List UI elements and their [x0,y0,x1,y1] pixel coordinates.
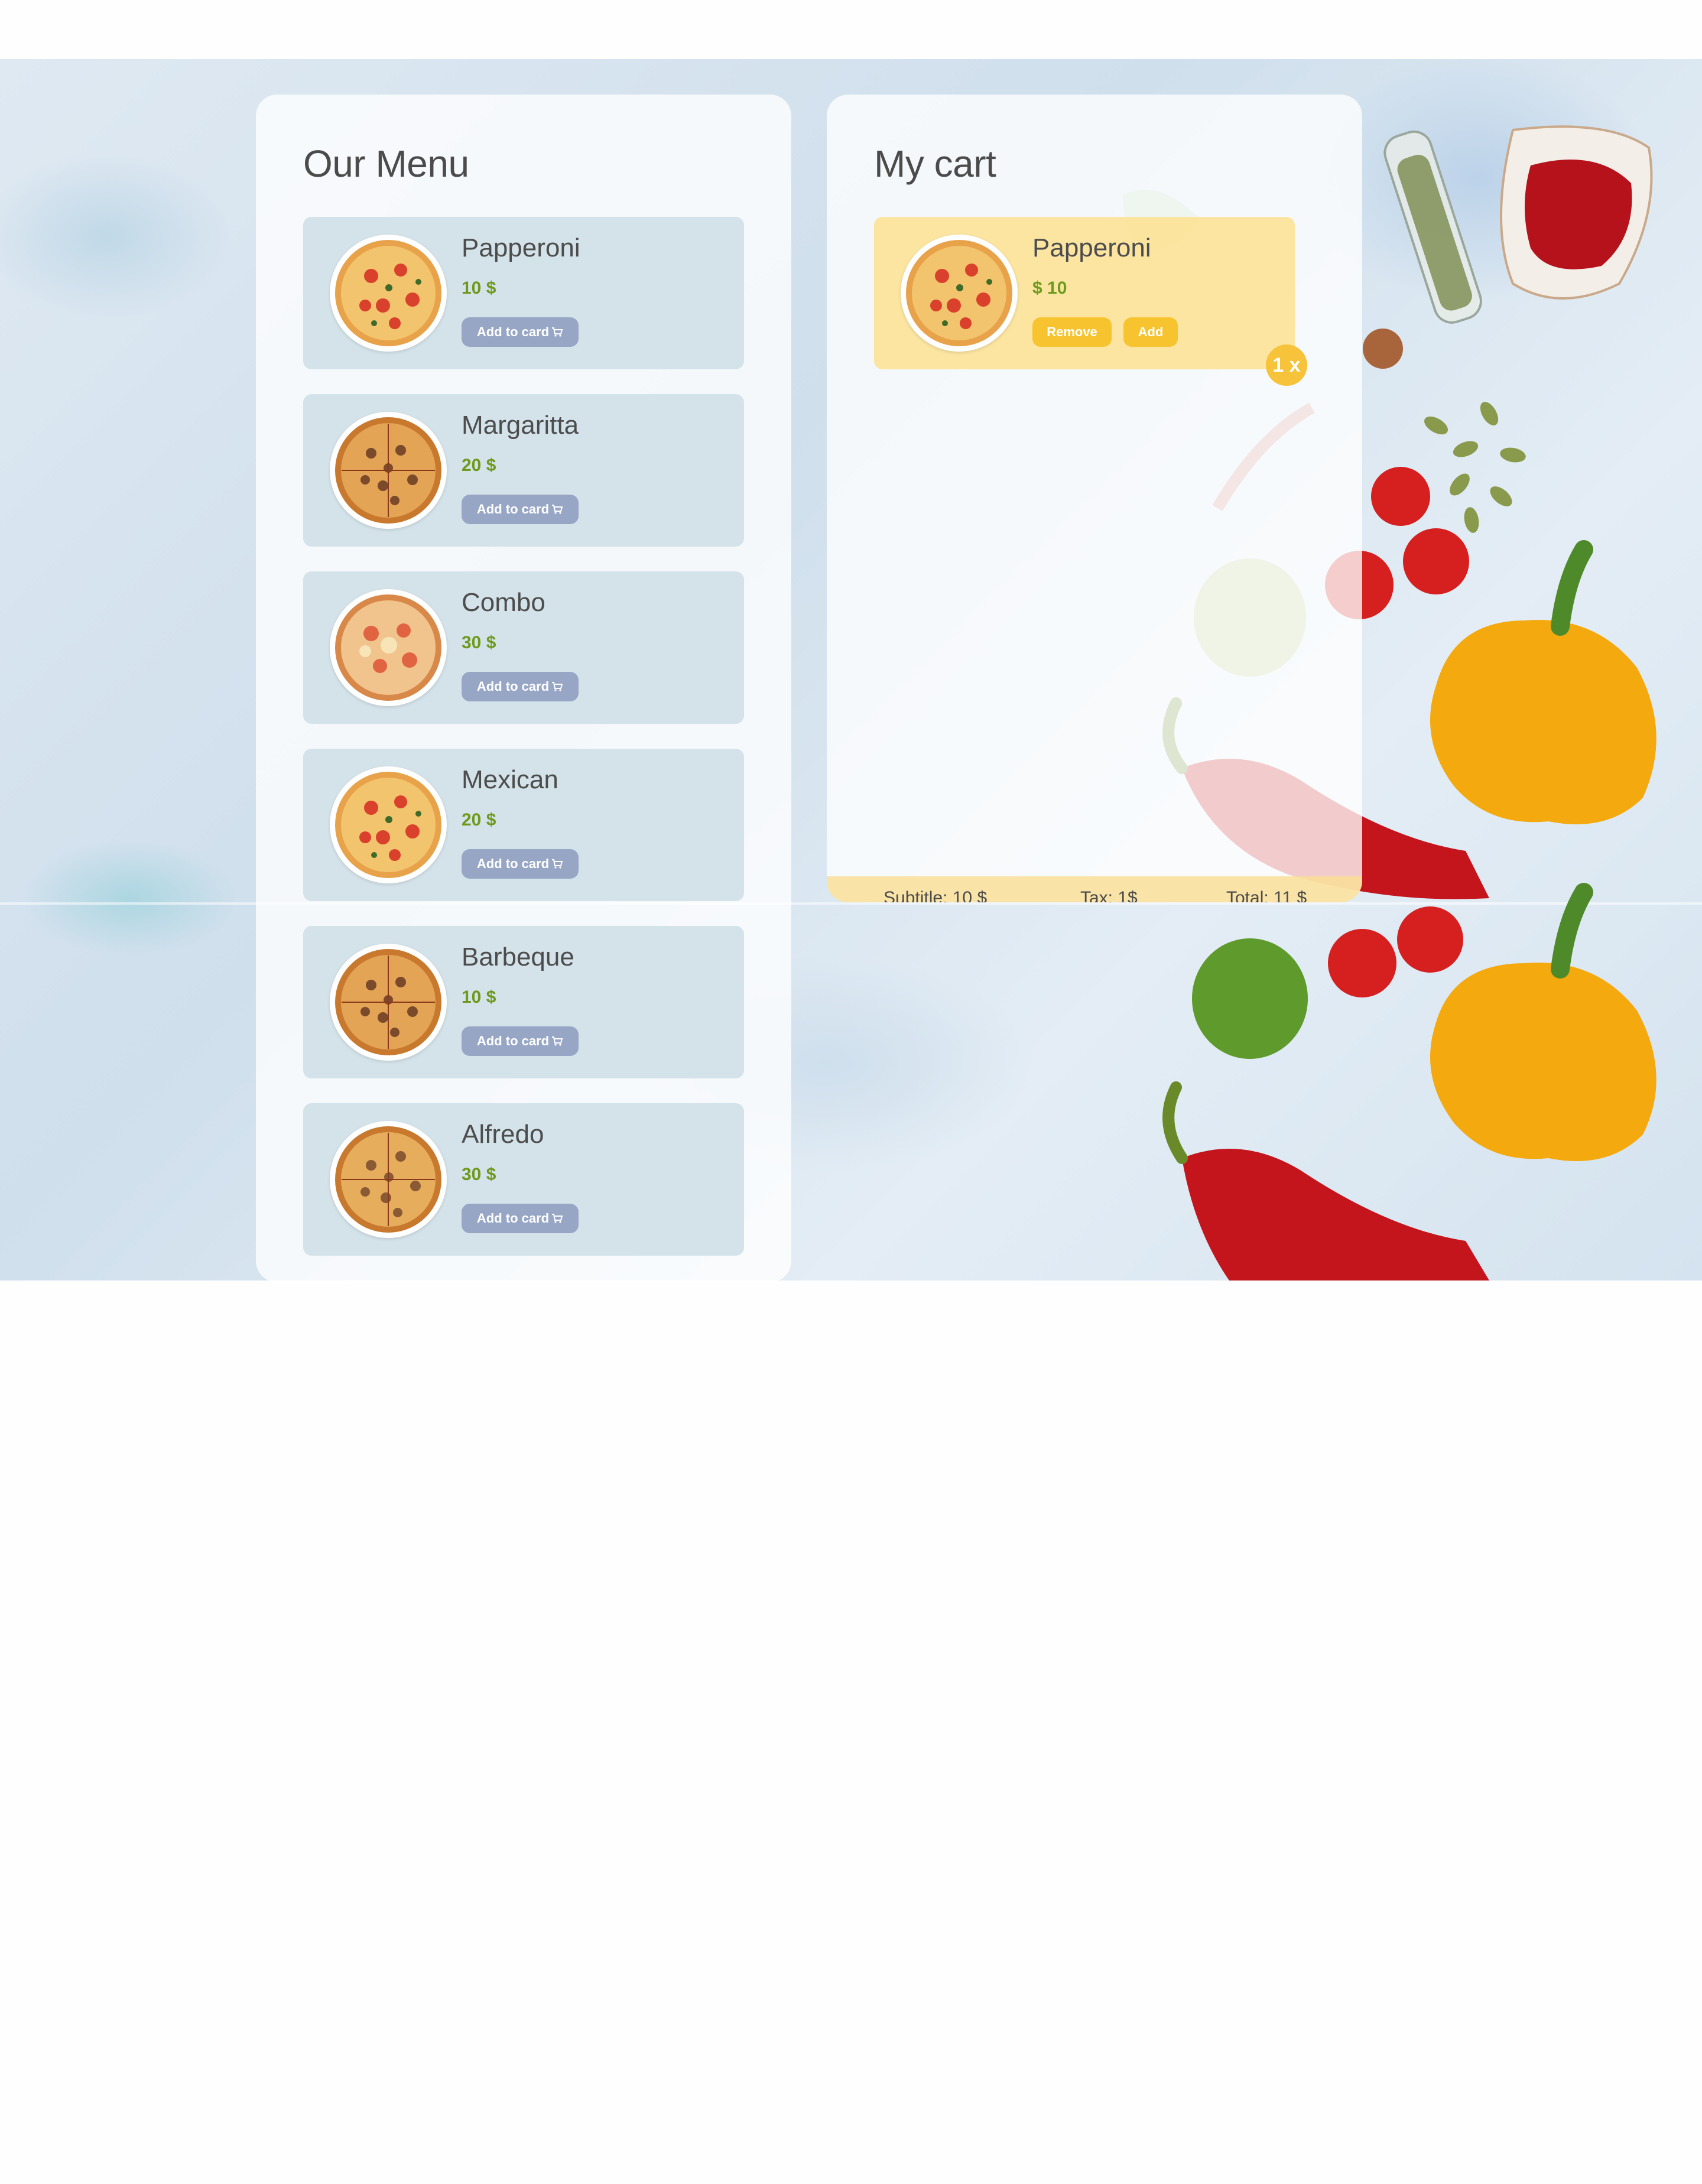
item-name: Barbeque [462,942,574,971]
cart-icon [552,505,563,514]
quantity-badge: 1 x [1266,344,1307,386]
item-price: 10 $ [462,987,496,1007]
cart-item-price: $ 10 [1032,278,1067,298]
menu-item-card: Margaritta 20 $ Add to card [303,394,744,547]
total-text: Total: 11 $ [1226,888,1307,902]
add-button-label: Add to card [476,679,550,694]
item-price: 20 $ [462,456,496,475]
item-price: 30 $ [462,1165,496,1184]
item-name: Combo [462,588,545,617]
pizza-image [330,944,447,1061]
cart-icon [552,1214,563,1223]
add-button-label: Add to card [476,502,550,516]
cart-icon [552,1036,563,1046]
add-to-cart-button[interactable]: Add to card [462,495,579,524]
cart-title: My cart [874,142,996,185]
item-name: Margaritta [462,411,579,440]
item-price: 10 $ [462,278,496,298]
pizza-image [330,235,447,352]
item-price: 20 $ [462,810,496,830]
pizza-image [330,1121,447,1238]
subtitle-text: Subtitle: 10 $ [884,888,988,902]
menu-title: Our Menu [303,142,469,185]
add-to-cart-button[interactable]: Add to card [462,672,579,701]
add-to-cart-button[interactable]: Add to card [462,1204,579,1233]
add-to-cart-button[interactable]: Add to card [462,1026,579,1056]
menu-item-card: Mexican 20 $ Add to card [303,749,744,901]
item-name: Mexican [462,765,558,794]
add-button[interactable]: Add [1123,317,1178,347]
cart-item-name: Papperoni [1032,233,1151,262]
menu-item-card: Combo 30 $ Add to card [303,571,744,724]
pizza-image [330,589,447,706]
tax-text: Tax: 1$ [1080,888,1138,902]
menu-panel: Our Menu Papperoni 10 $ Add to card Marg… [256,95,791,1282]
cart-totals: Subtitle: 10 $ Tax: 1$ Total: 11 $ [827,876,1362,902]
add-button-label: Add to card [476,856,550,871]
add-to-cart-button[interactable]: Add to card [462,849,579,879]
menu-item-card: Alfredo 30 $ Add to card [303,1103,744,1256]
add-to-cart-button[interactable]: Add to card [462,317,579,347]
pizza-image [330,766,447,883]
add-button-label: Add to card [476,324,550,339]
add-button-label: Add to card [476,1034,550,1048]
menu-item-card: Barbeque 10 $ Add to card [303,926,744,1078]
pizza-image [330,412,447,529]
cart-item-card: Papperoni $ 10 Remove Add [874,217,1295,369]
menu-item-card: Papperoni 10 $ Add to card [303,217,744,369]
item-name: Papperoni [462,233,580,262]
cart-icon [552,327,563,337]
item-name: Alfredo [462,1120,544,1149]
add-button-label: Add to card [476,1211,550,1226]
remove-button[interactable]: Remove [1032,317,1112,347]
cart-icon [552,682,563,691]
cart-panel: My cart Papperoni $ 10 Remove Add Subtit… [827,95,1362,902]
item-price: 30 $ [462,633,496,652]
cart-icon [552,859,563,869]
pizza-image [901,235,1018,352]
